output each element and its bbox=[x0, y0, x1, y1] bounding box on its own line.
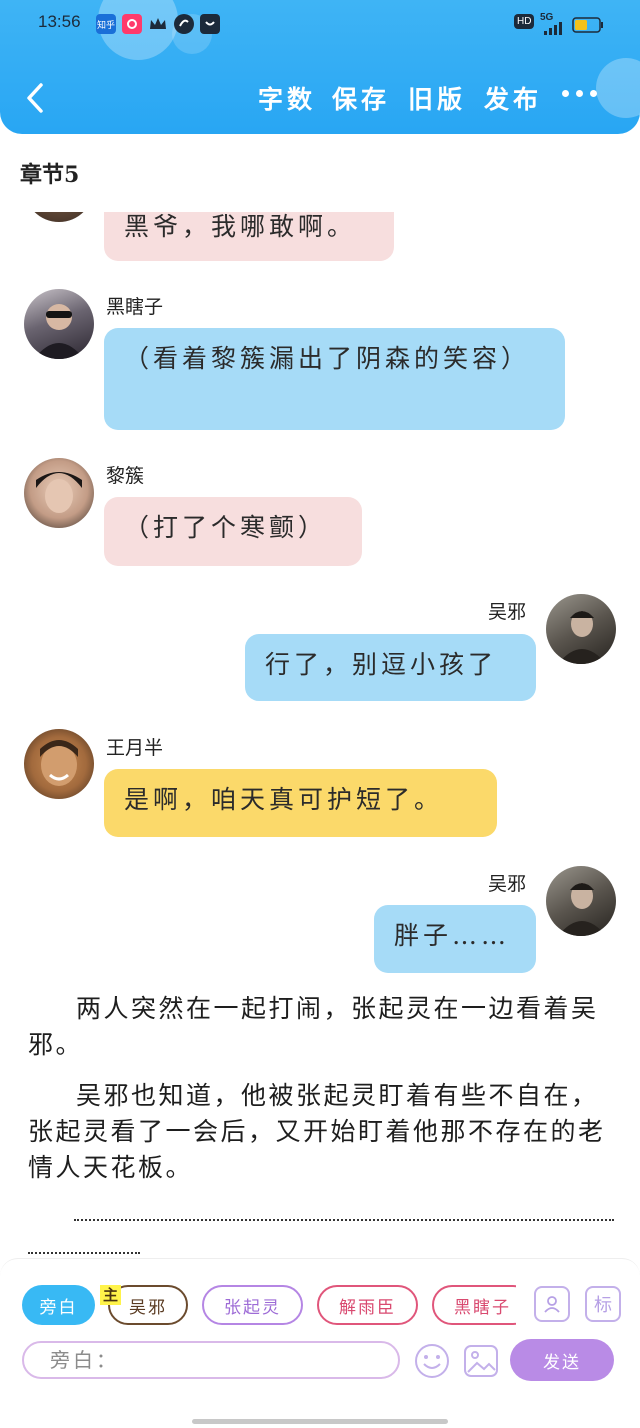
message-bubble[interactable]: 黑爷，我哪敢啊。 bbox=[104, 212, 394, 261]
message-text: 黑爷，我哪敢啊。 bbox=[124, 212, 357, 241]
chip-scroll-clip: 黑瞎子 bbox=[432, 1285, 516, 1325]
message-bubble[interactable]: 行了，别逗小孩了 bbox=[245, 634, 536, 701]
narration-paragraph: 两人突然在一起打闹，张起灵在一边看着吴邪。 bbox=[28, 994, 599, 1059]
avatar-wangyueban[interactable] bbox=[24, 729, 94, 799]
hd-badge: HD bbox=[514, 14, 535, 29]
message-bubble[interactable]: （打了个寒颤） bbox=[104, 497, 362, 566]
person-card-icon[interactable] bbox=[534, 1286, 570, 1322]
image-icon[interactable] bbox=[462, 1342, 500, 1384]
speaker-name: 黑瞎子 bbox=[106, 296, 164, 318]
publish-button[interactable]: 发布 bbox=[484, 80, 542, 116]
speaker-name: 王月半 bbox=[106, 737, 164, 759]
home-indicator[interactable] bbox=[192, 1419, 448, 1424]
avatar-licu[interactable] bbox=[24, 458, 94, 528]
narration-paragraph: 吴邪也知道，他被张起灵盯着有些不自在，张起灵看了一会后，又开始盯着他那不存在的老… bbox=[28, 1081, 606, 1182]
word-count-button[interactable]: 字数 bbox=[258, 80, 316, 116]
main-role-badge: 主 bbox=[100, 1285, 122, 1305]
tag-button[interactable]: 标 bbox=[585, 1286, 621, 1322]
divider bbox=[74, 1219, 614, 1221]
decor-bubble bbox=[596, 58, 640, 118]
message-bubble[interactable]: 胖子…… bbox=[374, 905, 536, 973]
send-button[interactable]: 发送 bbox=[510, 1339, 614, 1381]
role-chip-heixiazi[interactable]: 黑瞎子 bbox=[432, 1285, 516, 1325]
message-text: （打了个寒颤） bbox=[124, 513, 328, 542]
message-text: 是啊，咱天真可护短了。 bbox=[124, 785, 444, 814]
speaker-name: 吴邪 bbox=[488, 601, 527, 623]
back-arrow-icon[interactable] bbox=[22, 78, 48, 118]
app-icon bbox=[122, 14, 142, 34]
message-text: 行了，别逗小孩了 bbox=[265, 650, 498, 679]
speaker-name: 黎簇 bbox=[106, 465, 145, 487]
chapter-title: 章节5 bbox=[20, 162, 80, 188]
signal-icon bbox=[544, 20, 568, 39]
role-chip-xieyuchen[interactable]: 解雨臣 bbox=[317, 1285, 418, 1325]
battery-icon bbox=[572, 17, 604, 37]
app-icon bbox=[200, 14, 220, 34]
top-bar: 13:56 知乎 HD 5G 字数 保存 旧版 发布 bbox=[0, 0, 640, 134]
message-input[interactable]: 旁白： bbox=[22, 1341, 400, 1379]
avatar-heixiazi[interactable] bbox=[24, 289, 94, 359]
divider bbox=[28, 1252, 140, 1254]
zhihu-app-icon: 知乎 bbox=[96, 14, 116, 34]
clock: 13:56 bbox=[38, 12, 81, 31]
save-button[interactable]: 保存 bbox=[332, 80, 390, 116]
status-bar: 13:56 知乎 HD 5G bbox=[0, 0, 640, 48]
emoji-icon[interactable] bbox=[413, 1342, 451, 1384]
avatar-wuxie[interactable] bbox=[546, 866, 616, 936]
message-text: 胖子…… bbox=[394, 921, 511, 950]
more-icon[interactable] bbox=[562, 90, 597, 97]
app-icon bbox=[174, 14, 194, 34]
old-version-button[interactable]: 旧版 bbox=[408, 80, 466, 116]
role-chip-narrator[interactable]: 旁白 bbox=[22, 1285, 95, 1325]
message-bubble[interactable]: （看着黎簇漏出了阴森的笑容） bbox=[104, 328, 565, 430]
message-bubble[interactable]: 是啊，咱天真可护短了。 bbox=[104, 769, 497, 837]
crown-icon bbox=[148, 14, 168, 34]
message-text: （看着黎簇漏出了阴森的笑容） bbox=[124, 344, 531, 373]
role-chip-zhangqiling[interactable]: 张起灵 bbox=[202, 1285, 303, 1325]
speaker-name: 吴邪 bbox=[488, 873, 527, 895]
avatar-wuxie[interactable] bbox=[546, 594, 616, 664]
